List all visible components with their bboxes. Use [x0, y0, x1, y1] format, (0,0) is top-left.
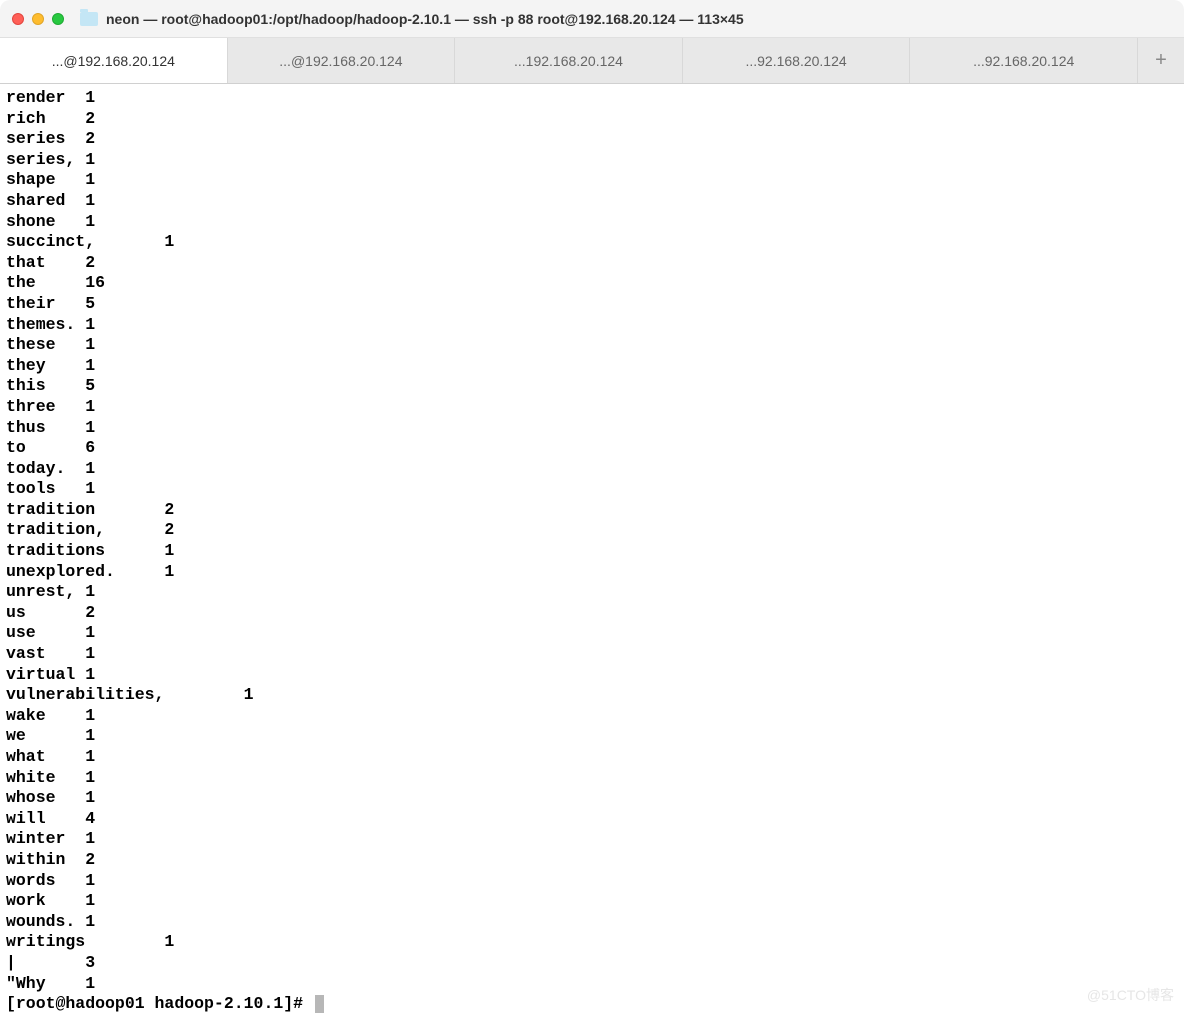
terminal-tab-2[interactable]: ...192.168.20.124	[455, 38, 683, 83]
tab-label: ...@192.168.20.124	[279, 53, 402, 69]
window-title: neon — root@hadoop01:/opt/hadoop/hadoop-…	[106, 11, 744, 27]
tab-bar: ...@192.168.20.124 ...@192.168.20.124 ..…	[0, 38, 1184, 84]
tab-label: ...192.168.20.124	[514, 53, 623, 69]
maximize-button[interactable]	[52, 13, 64, 25]
traffic-lights	[12, 13, 64, 25]
close-button[interactable]	[12, 13, 24, 25]
watermark: @51CTO博客	[1087, 985, 1174, 1005]
tab-label: ...@192.168.20.124	[52, 53, 175, 69]
terminal-output[interactable]: render 1 rich 2 series 2 series, 1 shape…	[0, 84, 1184, 1019]
tab-label: ...92.168.20.124	[973, 53, 1074, 69]
plus-icon: +	[1155, 49, 1167, 72]
tab-label: ...92.168.20.124	[745, 53, 846, 69]
window-titlebar: neon — root@hadoop01:/opt/hadoop/hadoop-…	[0, 0, 1184, 38]
terminal-tab-1[interactable]: ...@192.168.20.124	[228, 38, 456, 83]
cursor	[315, 995, 324, 1013]
terminal-tab-0[interactable]: ...@192.168.20.124	[0, 38, 228, 83]
minimize-button[interactable]	[32, 13, 44, 25]
terminal-tab-3[interactable]: ...92.168.20.124	[683, 38, 911, 83]
terminal-tab-4[interactable]: ...92.168.20.124	[910, 38, 1138, 83]
folder-icon	[80, 12, 98, 26]
shell-prompt[interactable]: [root@hadoop01 hadoop-2.10.1]#	[6, 994, 1178, 1015]
prompt-text: [root@hadoop01 hadoop-2.10.1]#	[6, 994, 313, 1015]
new-tab-button[interactable]: +	[1138, 38, 1184, 83]
